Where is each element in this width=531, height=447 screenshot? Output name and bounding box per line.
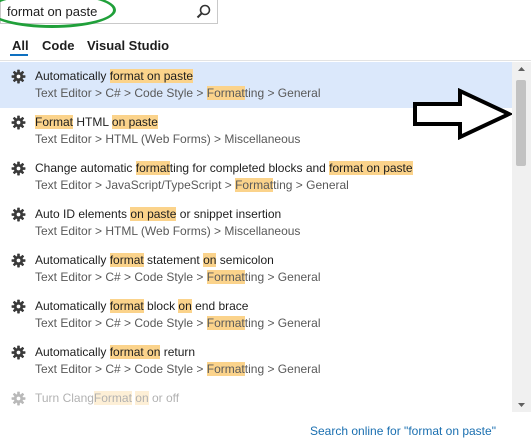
result-title-text: Automatically <box>35 69 110 83</box>
match-highlight: on paste <box>130 207 177 221</box>
search-icon[interactable] <box>195 3 213 21</box>
scroll-down-arrow-icon[interactable] <box>512 398 531 412</box>
gear-icon <box>11 161 26 176</box>
match-highlight: Format <box>35 115 74 129</box>
tab-code[interactable]: Code <box>42 38 75 53</box>
search-box[interactable] <box>0 0 218 24</box>
gear-icon <box>11 207 26 222</box>
result-title-text: return <box>160 345 196 359</box>
result-path-text: ting > General <box>244 270 321 284</box>
match-highlight: on <box>178 299 192 313</box>
result-title-text: statement <box>143 253 204 267</box>
result-path-text: Text Editor > C# > Code Style > <box>35 362 207 376</box>
result-title-text: ting for completed blocks and <box>169 161 330 175</box>
result-title-text: block <box>143 299 179 313</box>
scroll-up-arrow-icon[interactable] <box>512 62 531 76</box>
result-path-text: ting > General <box>244 86 321 100</box>
match-highlight: format <box>109 299 144 313</box>
match-highlight: Format <box>206 316 245 330</box>
result-title: Automatically format block on end brace <box>35 299 248 313</box>
result-path-text: Text Editor > C# > Code Style > <box>35 86 207 100</box>
results-list: Automatically format on paste Text Editor… <box>0 62 512 412</box>
result-title: Format HTML on paste <box>35 115 158 129</box>
result-title-text: end brace <box>191 299 249 313</box>
result-title: Automatically format on paste <box>35 69 194 83</box>
result-path-text: Text Editor > C# > Code Style > <box>35 270 207 284</box>
match-highlight: format on paste <box>109 69 194 83</box>
result-path-text: Text Editor > JavaScript/TypeScript > <box>35 178 236 192</box>
gear-icon <box>11 345 26 360</box>
match-highlight: on <box>135 391 149 405</box>
result-path-text: ting > General <box>244 362 321 376</box>
result-path: Text Editor > C# > Code Style > Formatti… <box>35 270 321 284</box>
result-title: Automatically format on return <box>35 345 195 359</box>
match-highlight: format on paste <box>329 161 413 175</box>
search-input[interactable] <box>7 2 187 20</box>
match-highlight: Format <box>206 362 245 376</box>
tab-visual-studio[interactable]: Visual Studio <box>87 38 169 53</box>
result-item[interactable]: Automatically format statement on semico… <box>0 246 512 292</box>
match-highlight: format <box>135 161 170 175</box>
result-item[interactable]: Format HTML on paste Text Editor > HTML (… <box>0 108 512 154</box>
result-title-text: or snippet insertion <box>176 207 282 221</box>
gear-icon <box>11 253 26 268</box>
filter-tabs: All Code Visual Studio <box>0 34 531 56</box>
result-title: Auto ID elements on paste or snippet ins… <box>35 207 281 221</box>
result-item[interactable]: Automatically format on return Text Edito… <box>0 338 512 384</box>
result-item[interactable]: Automatically format on paste Text Editor… <box>0 62 512 108</box>
result-title-text: Automatically <box>35 299 110 313</box>
result-path-text: ting > General <box>244 316 321 330</box>
gear-icon <box>11 69 26 84</box>
match-highlight: Format <box>235 178 274 192</box>
result-item[interactable]: Auto ID elements on paste or snippet ins… <box>0 200 512 246</box>
active-tab-indicator <box>10 54 28 56</box>
match-highlight: on <box>203 253 217 267</box>
result-title-text: semicolon <box>216 253 274 267</box>
result-path: Text Editor > C# > Code Style > Formatti… <box>35 86 321 100</box>
result-title-text: or off <box>148 391 180 405</box>
result-path: Text Editor > C# > Code Style > Formatti… <box>35 362 321 376</box>
result-item[interactable]: Change automatic formatting for complete… <box>0 154 512 200</box>
result-path-text: Text Editor > HTML (Web Forms) > Miscell… <box>35 132 301 146</box>
result-title-text: HTML <box>73 115 112 129</box>
search-online-link[interactable]: Search online for "format on paste" <box>310 424 496 438</box>
match-highlight: Format <box>93 391 132 405</box>
gear-icon <box>11 391 26 406</box>
result-path: Text Editor > HTML (Web Forms) > Miscell… <box>35 132 300 146</box>
result-path-text: Text Editor > HTML (Web Forms) > Miscell… <box>35 224 301 238</box>
gear-icon <box>11 299 26 314</box>
result-path: Text Editor > JavaScript/TypeScript > Fo… <box>35 178 349 192</box>
result-item[interactable]: Automatically format block on end brace T… <box>0 292 512 338</box>
scrollbar[interactable] <box>512 62 531 412</box>
result-title-text: Change automatic <box>35 161 136 175</box>
result-item[interactable]: Turn ClangFormat on or off <box>0 384 512 412</box>
match-highlight: Format <box>206 86 245 100</box>
result-title: Automatically format statement on semico… <box>35 253 274 267</box>
result-title: Turn ClangFormat on or off <box>35 391 179 405</box>
match-highlight: on paste <box>111 115 158 129</box>
result-title-text: Automatically <box>35 345 110 359</box>
match-highlight: Format <box>206 270 245 284</box>
result-title: Change automatic formatting for complete… <box>35 161 413 175</box>
result-path-text: Text Editor > C# > Code Style > <box>35 316 207 330</box>
match-highlight: format on <box>109 345 161 359</box>
match-highlight: format <box>109 253 144 267</box>
result-path: Text Editor > C# > Code Style > Formatti… <box>35 316 321 330</box>
result-path-text: ting > General <box>273 178 349 192</box>
tab-all[interactable]: All <box>12 38 29 53</box>
result-title-text: Automatically <box>35 253 110 267</box>
tabs-divider <box>0 60 531 61</box>
scroll-thumb[interactable] <box>516 80 526 166</box>
gear-icon <box>11 115 26 130</box>
result-title-text: Turn Clang <box>35 391 94 405</box>
result-title-text: Auto ID elements <box>35 207 131 221</box>
result-path: Text Editor > HTML (Web Forms) > Miscell… <box>35 224 300 238</box>
